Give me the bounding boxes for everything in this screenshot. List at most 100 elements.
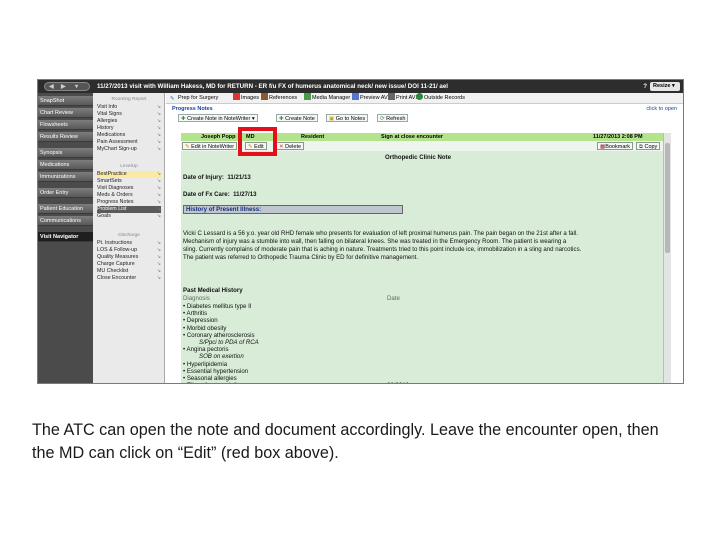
pmh-text: Angina pectoris — [186, 346, 229, 354]
activity-item[interactable]: Charge Capture — [97, 261, 161, 268]
pmh-item: • Arthritis — [183, 310, 207, 317]
activity-item[interactable]: Pt. Instructions — [97, 240, 161, 247]
pmh-item: • Depression — [183, 317, 218, 324]
activity-item[interactable]: Medications — [97, 132, 161, 139]
section-levelup: LevelUp — [120, 164, 138, 169]
injury-label: Date of Injury: — [183, 174, 224, 181]
scrollbar-thumb[interactable] — [665, 143, 670, 253]
pmh-item: • Morbid obesity — [183, 325, 226, 332]
slide-caption: The ATC can open the note and document a… — [32, 421, 659, 462]
activity-item[interactable]: Meds & Orders — [97, 192, 161, 199]
hpi-line: The patient was referred to Orthopedic T… — [183, 254, 419, 261]
pmh-text: S/Ppci to PDA of RCA — [199, 339, 259, 346]
printer-icon — [388, 93, 395, 100]
click-to-open-link[interactable]: click to open — [646, 105, 677, 113]
activity-item-bestpractice[interactable]: BestPractice — [97, 171, 161, 178]
outside-records-button[interactable]: Outside Records — [416, 93, 465, 104]
back-forward-buttons[interactable]: ◀ ▶ ▾ — [44, 82, 90, 91]
references-button[interactable]: References — [261, 93, 297, 104]
toolbar-label: References — [269, 95, 298, 101]
globe-icon — [416, 93, 423, 100]
activity-item[interactable]: Visit Info — [97, 104, 161, 111]
refresh-button[interactable]: ⟳ Refresh — [377, 114, 409, 122]
toolbar-label: Images — [241, 95, 260, 101]
activity-item[interactable]: Close Encounter — [97, 275, 161, 282]
activity-item[interactable]: MU Checklist — [97, 268, 161, 275]
bookmark-button[interactable]: ▩Bookmark — [597, 142, 633, 150]
resize-button[interactable]: Resize ▾ — [650, 82, 680, 91]
fx-value: 11/27/13 — [233, 191, 257, 198]
hpi-line: Mechanism of injury was a stumble into w… — [183, 238, 567, 245]
copy-icon: ⧉ — [639, 144, 643, 150]
pmh-text: Hyperlipidemia — [186, 360, 228, 368]
button-label: Bookmark — [605, 144, 630, 150]
activity-item[interactable]: Quality Measures — [97, 254, 161, 261]
delete-button[interactable]: ✕ Delete — [276, 142, 305, 150]
pmh-item: • Hyperlipidemia — [183, 361, 227, 368]
left-navigation: SnapShot Chart Review Flowsheets Results… — [38, 93, 93, 383]
section-discharge: Discharge — [118, 233, 140, 238]
edit-in-notewriter-button[interactable]: ✎ Edit in NoteWriter — [182, 142, 238, 150]
forward-arrow-icon[interactable]: ▶ — [61, 83, 66, 91]
activity-item[interactable]: History — [97, 125, 161, 132]
prep-for-surgery-button[interactable]: ✎ Prep for Surgery — [170, 93, 218, 104]
pencil-icon: ✎ — [185, 144, 190, 150]
nav-visit-navigator[interactable]: Visit Navigator — [38, 232, 93, 242]
progress-notes-title: Progress Notes — [172, 106, 213, 112]
delete-icon: ✕ — [279, 144, 284, 150]
note-heading: Orthopedic Clinic Note — [385, 154, 452, 161]
history-dropdown-icon[interactable]: ▾ — [75, 83, 78, 91]
date-of-injury: Date of Injury: 11/21/13 — [183, 174, 251, 181]
toolbar-label: Preview AVS — [360, 95, 392, 101]
activity-item[interactable]: Visit Diagnoses — [97, 185, 161, 192]
copy-button[interactable]: ⧉ Copy — [636, 142, 661, 150]
print-avs-button[interactable]: Print AVS — [388, 93, 419, 104]
nav-synopsis[interactable]: Synopsis — [38, 148, 93, 158]
images-button[interactable]: Images — [233, 93, 259, 104]
help-button[interactable]: ? — [643, 80, 647, 93]
note-type: Resident — [301, 134, 325, 140]
button-label: Copy — [644, 144, 658, 150]
nav-communications[interactable]: Communications — [38, 216, 93, 226]
note-icon: ▣ — [329, 116, 335, 122]
button-label: Go to Notes — [335, 116, 366, 122]
nav-flowsheets[interactable]: Flowsheets — [38, 120, 93, 130]
activity-item[interactable]: MyChart Sign-up — [97, 146, 161, 153]
nav-medications[interactable]: Medications — [38, 160, 93, 170]
media-manager-button[interactable]: Media Manager — [304, 93, 350, 104]
plus-icon: ✚ — [279, 116, 284, 122]
pmh-heading: Past Medical History — [183, 287, 243, 294]
nav-chart-review[interactable]: Chart Review — [38, 108, 93, 118]
nav-results-review[interactable]: Results Review — [38, 132, 93, 142]
nav-patient-education[interactable]: Patient Education — [38, 204, 93, 214]
activity-item[interactable]: SmartSets — [97, 178, 161, 185]
pmh-item: • Elbow fracture, left — [183, 382, 237, 383]
preview-avs-button[interactable]: Preview AVS — [352, 93, 391, 104]
date-of-fx-care: Date of Fx Care: 11/27/13 — [183, 191, 257, 198]
create-note-button[interactable]: ✚ Create Note — [276, 114, 318, 122]
nav-immunizations[interactable]: Immunizations — [38, 172, 93, 182]
activity-sidebar: Rooming Report Visit Info Vital Signs Al… — [93, 93, 165, 383]
edit-highlight-box — [238, 127, 277, 156]
plus-icon: ✚ — [181, 116, 186, 122]
activity-item[interactable]: Goals — [97, 213, 161, 220]
activity-item[interactable]: Allergies — [97, 118, 161, 125]
activity-item[interactable]: Pain Assessment — [97, 139, 161, 146]
activity-toolbar: ✎ Prep for Surgery Images References Medi… — [166, 93, 683, 104]
activity-item[interactable]: LOS & Follow-up — [97, 247, 161, 254]
back-arrow-icon[interactable]: ◀ — [49, 83, 54, 91]
nav-snapshot[interactable]: SnapShot — [38, 96, 93, 106]
activity-item-problem-list[interactable]: Problem List — [97, 206, 161, 213]
note-scrollbar[interactable] — [663, 133, 671, 383]
activity-item[interactable]: Progress Notes — [97, 199, 161, 206]
nav-order-entry[interactable]: Order Entry — [38, 188, 93, 198]
activity-item[interactable]: Vital Signs — [97, 111, 161, 118]
pmh-item: • Angina pectoris — [183, 346, 229, 353]
progress-notes-buttons: ✚ Create Note in NoteWriter ▾ ✚ Create N… — [166, 113, 683, 123]
pmh-item: S/Ppci to PDA of RCA — [199, 339, 259, 346]
go-to-notes-button[interactable]: ▣ Go to Notes — [326, 114, 369, 122]
pmh-date: 02/2013 — [387, 382, 409, 383]
create-note-in-notewriter-button[interactable]: ✚ Create Note in NoteWriter ▾ — [178, 114, 258, 122]
hpi-heading: History of Present Illness: — [183, 205, 403, 214]
section-rooming-report: Rooming Report — [111, 97, 147, 102]
